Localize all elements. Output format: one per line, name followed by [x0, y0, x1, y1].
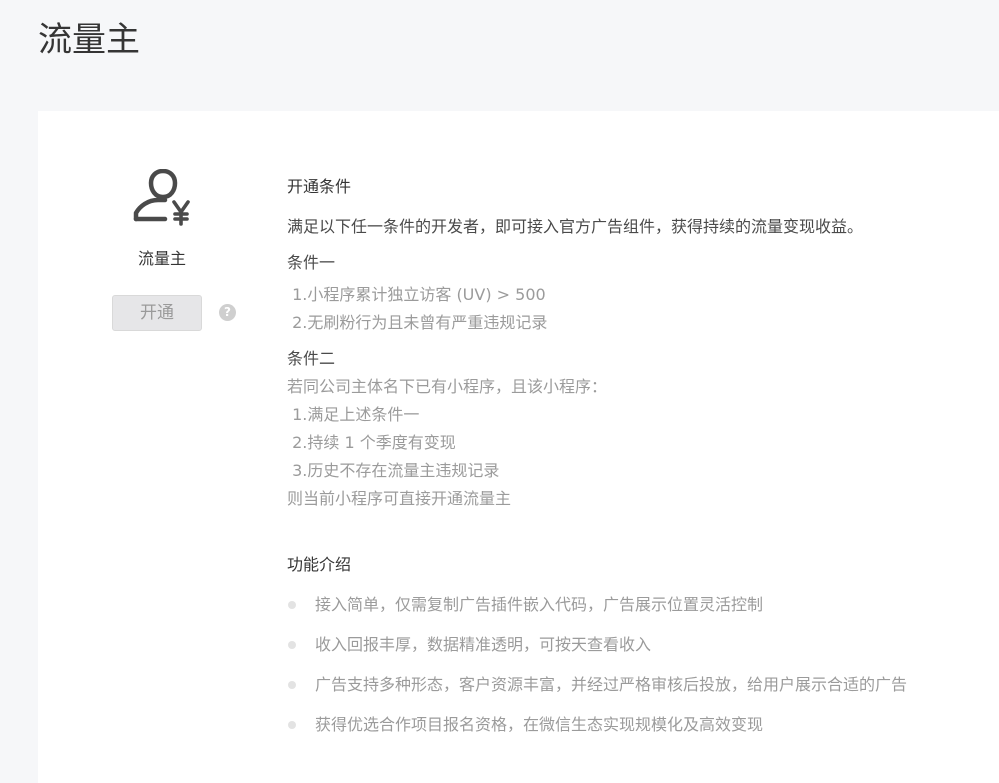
main-card: 流量主 开通 ? 开通条件 满足以下任一条件的开发者，即可接入官方广告组件，获得… [38, 111, 999, 783]
condition-two-item: 2.持续 1 个季度有变现 [287, 433, 456, 452]
condition-one-title: 条件一 [287, 253, 336, 272]
bullet-icon [288, 601, 296, 609]
condition-two-outro: 则当前小程序可直接开通流量主 [287, 489, 512, 508]
user-yen-icon [133, 169, 190, 226]
content-panel: 开通条件 满足以下任一条件的开发者，即可接入官方广告组件，获得持续的流量变现收益… [287, 173, 977, 751]
feature-text: 获得优选合作项目报名资格，在微信生态实现规模化及高效变现 [315, 715, 764, 734]
feature-text: 收入回报丰厚，数据精准透明，可按天查看收入 [315, 635, 652, 654]
condition-one-item: 2.无刷粉行为且未曾有严重违规记录 [287, 313, 548, 332]
open-service-button[interactable]: 开通 [112, 295, 202, 331]
bullet-icon [288, 641, 296, 649]
features-list: 接入简单，仅需复制广告插件嵌入代码，广告展示位置灵活控制 收入回报丰厚，数据精准… [287, 591, 977, 739]
condition-two-intro: 若同公司主体名下已有小程序，且该小程序： [287, 377, 608, 396]
feature-item: 收入回报丰厚，数据精准透明，可按天查看收入 [287, 631, 977, 659]
conditions-title: 开通条件 [287, 177, 352, 196]
condition-two-item: 3.历史不存在流量主违规记录 [287, 461, 500, 480]
condition-two-item: 1.满足上述条件一 [287, 405, 420, 424]
page-title: 流量主 [38, 20, 140, 60]
feature-item: 接入简单，仅需复制广告插件嵌入代码，广告展示位置灵活控制 [287, 591, 977, 619]
feature-text: 广告支持多种形态，客户资源丰富，并经过严格审核后投放，给用户展示合适的广告 [315, 675, 908, 694]
service-name: 流量主 [137, 249, 186, 268]
feature-item: 获得优选合作项目报名资格，在微信生态实现规模化及高效变现 [287, 711, 977, 739]
conditions-description: 满足以下任一条件的开发者，即可接入官方广告组件，获得持续的流量变现收益。 [287, 217, 864, 236]
feature-text: 接入简单，仅需复制广告插件嵌入代码，广告展示位置灵活控制 [315, 595, 764, 614]
help-icon[interactable]: ? [219, 304, 236, 321]
features-title: 功能介绍 [287, 555, 352, 574]
feature-item: 广告支持多种形态，客户资源丰富，并经过严格审核后投放，给用户展示合适的广告 [287, 671, 977, 699]
bullet-icon [288, 721, 296, 729]
bullet-icon [288, 681, 296, 689]
condition-two-title: 条件二 [287, 349, 336, 368]
condition-one-item: 1.小程序累计独立访客 (UV) > 500 [287, 285, 546, 304]
